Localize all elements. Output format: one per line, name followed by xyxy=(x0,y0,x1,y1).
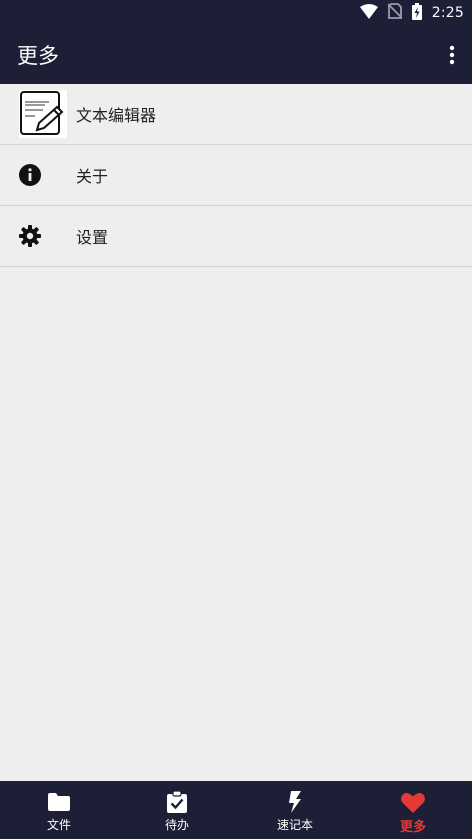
nav-label: 文件 xyxy=(46,818,71,832)
page-title: 更多 xyxy=(17,44,59,68)
list-item-text-editor[interactable]: 文本编辑器 xyxy=(0,84,472,145)
list-item-label: 文本编辑器 xyxy=(76,106,157,125)
folder-icon xyxy=(47,790,71,814)
nav-label: 速记本 xyxy=(276,818,313,832)
info-icon xyxy=(18,163,42,187)
nav-item-notebook[interactable]: 速记本 xyxy=(236,781,354,839)
more-vert-icon xyxy=(449,45,455,65)
nav-label: 待办 xyxy=(164,818,189,832)
app-bar: 更多 xyxy=(0,26,472,84)
nav-item-files[interactable]: 文件 xyxy=(0,781,118,839)
list-item-about[interactable]: 关于 xyxy=(0,145,472,206)
list-item-label: 设置 xyxy=(76,228,109,247)
list-item-label: 关于 xyxy=(76,167,109,186)
wifi-icon xyxy=(359,3,378,23)
bottom-navigation: 文件 待办 速记本 更多 xyxy=(0,781,472,839)
nav-item-todo[interactable]: 待办 xyxy=(118,781,236,839)
list-item-settings[interactable]: 设置 xyxy=(0,206,472,267)
status-time: 2:25 xyxy=(431,5,464,21)
gear-icon xyxy=(18,224,42,248)
clipboard-check-icon xyxy=(165,790,189,814)
overflow-menu-button[interactable] xyxy=(442,40,462,70)
lightning-icon xyxy=(283,790,307,814)
heart-icon xyxy=(401,790,425,814)
more-menu-list: 文本编辑器 关于 设置 xyxy=(0,84,472,267)
text-editor-icon xyxy=(19,90,67,138)
status-bar: 2:25 xyxy=(0,0,472,26)
no-sim-icon xyxy=(387,3,403,23)
nav-label: 更多 xyxy=(399,820,426,835)
battery-charging-icon xyxy=(411,2,422,24)
nav-item-more[interactable]: 更多 xyxy=(354,781,472,839)
